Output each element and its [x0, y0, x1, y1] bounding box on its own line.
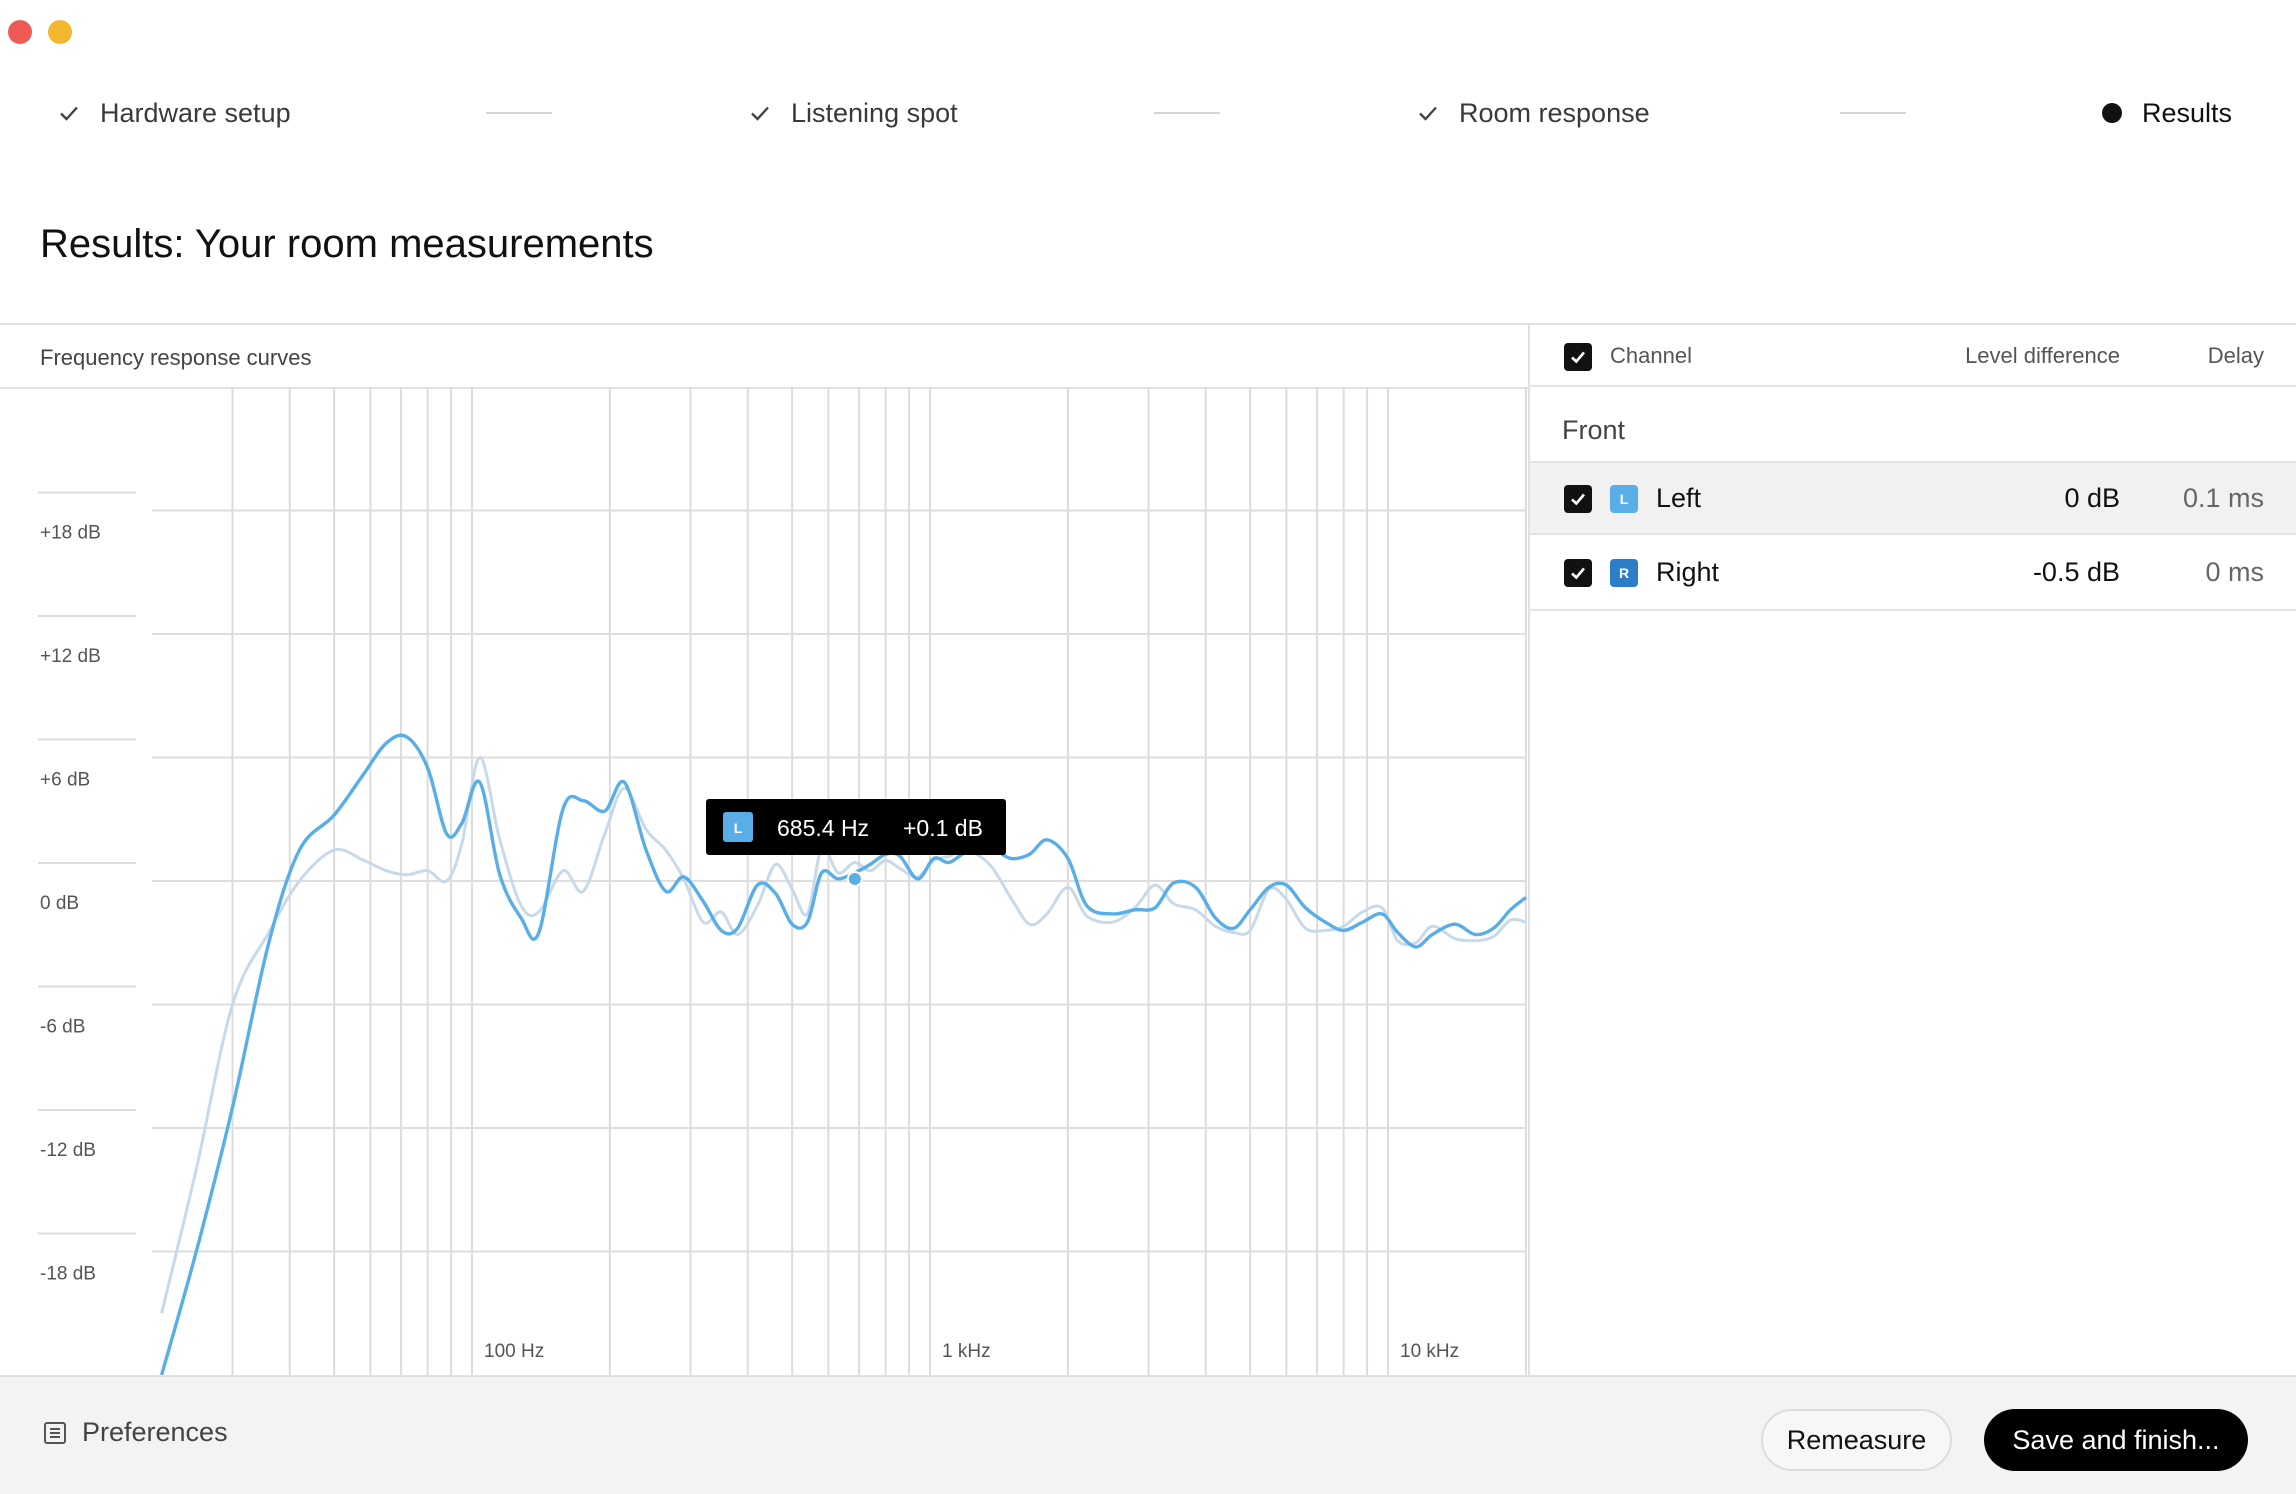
page-title: Results: Your room measurements: [40, 222, 654, 266]
column-header-level: Level difference: [1965, 343, 2120, 368]
save-and-finish-button[interactable]: Save and finish...: [1984, 1409, 2248, 1471]
group-label-front: Front: [1562, 415, 1626, 445]
step-hardware-setup[interactable]: Hardware setup: [58, 80, 291, 146]
delay-value: 0 ms: [2205, 557, 2264, 587]
hover-point: [846, 870, 863, 887]
level-difference: 0 dB: [2064, 483, 2120, 513]
y-tick-label: 0 dB: [40, 893, 79, 914]
footer-bar: Preferences Remeasure Save and finish...: [0, 1375, 2296, 1494]
table-header: Channel Level difference Delay: [1530, 325, 2296, 387]
channel-badge-left: L: [1610, 485, 1638, 513]
preferences-icon: [44, 1421, 66, 1444]
checkmark-icon: [1571, 351, 1585, 364]
setup-stepper: Hardware setup Listening spot Room respo…: [0, 80, 2296, 146]
x-tick-label: 1 kHz: [942, 1341, 991, 1362]
minimize-window-button[interactable]: [48, 20, 72, 44]
channel-name: Right: [1656, 557, 1720, 587]
checkmark-icon: [1571, 493, 1585, 506]
step-room-response[interactable]: Room response: [1417, 80, 1650, 146]
x-tick-label: 10 kHz: [1400, 1341, 1459, 1362]
tooltip-level: +0.1 dB: [903, 815, 983, 841]
step-label: Room response: [1459, 97, 1650, 128]
channel-table: Channel Level difference Delay Front L L…: [1530, 325, 2296, 1375]
y-tick-label: +6 dB: [40, 770, 90, 791]
y-tick-label: -18 dB: [40, 1264, 96, 1285]
step-separator: [1840, 112, 1906, 114]
y-tick-label: +18 dB: [40, 523, 101, 544]
step-results[interactable]: Results: [2102, 80, 2232, 146]
checkmark-icon: [1419, 106, 1437, 121]
preferences-button[interactable]: Preferences: [42, 1417, 228, 1448]
row-checkbox[interactable]: [1564, 485, 1592, 513]
row-checkbox[interactable]: [1564, 559, 1592, 587]
table-row-right[interactable]: R Right -0.5 dB 0 ms: [1530, 537, 2296, 611]
step-separator: [1154, 112, 1220, 114]
step-listening-spot[interactable]: Listening spot: [749, 80, 958, 146]
frequency-response-chart[interactable]: +18 dB +12 dB +6 dB 0 dB -6 dB -12 dB -18 dB 10…: [0, 387, 1528, 1375]
y-tick-label: -6 dB: [40, 1017, 85, 1038]
tooltip-channel-letter: L: [734, 820, 743, 836]
step-separator: [486, 112, 552, 114]
column-header-delay: Delay: [2207, 343, 2264, 368]
active-step-dot-icon: [2102, 103, 2122, 123]
chart-header: Frequency response curves: [40, 345, 312, 370]
preferences-label: Preferences: [82, 1417, 228, 1447]
select-all-checkbox[interactable]: [1564, 343, 1592, 371]
y-tick-label: -12 dB: [40, 1140, 96, 1161]
table-row-left[interactable]: L Left 0 dB 0.1 ms: [1530, 461, 2296, 535]
close-window-button[interactable]: [8, 20, 32, 44]
step-label: Results: [2142, 97, 2233, 128]
x-tick-label: 100 Hz: [484, 1341, 544, 1362]
checkmark-icon: [1571, 567, 1585, 580]
title-bar: [0, 0, 2296, 60]
channel-name: Left: [1656, 483, 1702, 513]
step-label: Listening spot: [791, 97, 958, 128]
chart-tooltip: L 685.4 Hz +0.1 dB: [706, 799, 1006, 855]
remeasure-button[interactable]: Remeasure: [1761, 1409, 1952, 1471]
checkmark-icon: [60, 106, 78, 121]
step-label: Hardware setup: [100, 97, 291, 128]
checkmark-icon: [751, 106, 769, 121]
level-difference: -0.5 dB: [2032, 557, 2120, 587]
column-header-channel: Channel: [1610, 343, 1692, 368]
y-tick-label: +12 dB: [40, 646, 101, 667]
delay-value: 0.1 ms: [2182, 483, 2264, 513]
tooltip-frequency: 685.4 Hz: [777, 815, 869, 841]
channel-badge-right: R: [1610, 559, 1638, 587]
